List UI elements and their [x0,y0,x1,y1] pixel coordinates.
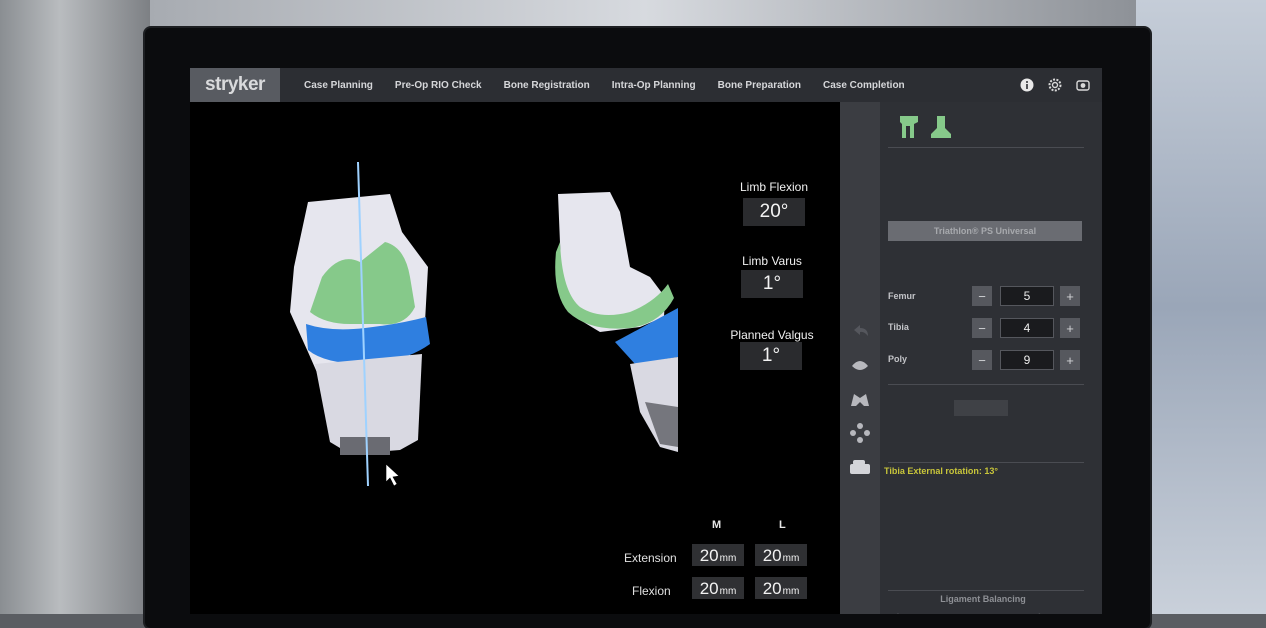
apply-button[interactable] [954,400,1008,416]
gear-icon[interactable] [1048,78,1062,92]
poly-size-field: 9 [1000,350,1054,370]
top-nav-bar: stryker Case Planning Pre-Op RIO Check B… [190,68,1102,102]
extension-lateral-gap: 20 mm [755,544,807,566]
flexion-label: Flexion [632,584,671,598]
stryker-logo: stryker [190,68,280,102]
tibia-rotation-note: Tibia External rotation: 13° [884,466,998,476]
femur-size-label: Femur [888,291,916,301]
tibia-decrease-button[interactable]: − [972,318,992,338]
tibia-implant-icon[interactable] [930,114,952,140]
sagittal-knee-model [555,192,678,452]
femur-implant-icon[interactable] [898,114,920,140]
implant-select-button[interactable]: Triathlon® PS Universal [888,221,1082,241]
femur-increase-button[interactable]: + [1060,286,1080,306]
view-tool-strip [840,102,880,614]
tab-case-planning[interactable]: Case Planning [304,80,373,91]
flexion-lateral-gap: 20 mm [755,577,807,599]
3d-viewport[interactable]: Limb Flexion 20° Limb Varus 1° Planned V… [190,102,840,614]
tab-bone-preparation[interactable]: Bone Preparation [718,80,801,91]
limb-flexion-value: 20° [743,198,805,226]
background-left [0,0,150,614]
panel-divider-bottom [888,590,1084,591]
top-icon-group [1020,78,1090,92]
femur-decrease-button[interactable]: − [972,286,992,306]
ligament-balancing-title: Ligament Balancing [940,594,1026,604]
medial-column-header: M [712,519,722,531]
tibia-increase-button[interactable]: + [1060,318,1080,338]
panel-divider-rotation [888,462,1084,463]
previous-arrow[interactable]: ‹ [894,608,899,614]
top-view-icon[interactable] [848,354,872,376]
implant-planning-panel: Triathlon® PS Universal Femur − 5 + Tibi… [880,102,1102,614]
camera-icon[interactable] [1076,78,1090,92]
poly-increase-button[interactable]: + [1060,350,1080,370]
coronal-knee-model [290,161,430,487]
extension-medial-gap: 20 mm [692,544,744,566]
tibia-size-field: 4 [1000,318,1054,338]
planned-valgus-label: Planned Valgus [730,328,814,342]
tibia-size-label: Tibia [888,322,909,332]
undo-icon[interactable] [848,322,872,344]
panel-divider-top [888,147,1084,148]
femur-view-icon[interactable] [848,388,872,410]
limb-varus-label: Limb Varus [742,254,802,268]
poly-size-label: Poly [888,354,908,364]
next-arrow[interactable]: › [1038,608,1043,614]
tab-intra-op-planning[interactable]: Intra-Op Planning [612,80,696,91]
background-right [1136,0,1266,614]
femur-size-field: 5 [1000,286,1054,306]
tab-bone-registration[interactable]: Bone Registration [504,80,590,91]
screen: stryker Case Planning Pre-Op RIO Check B… [190,68,1102,614]
background-top [150,0,1140,30]
lateral-column-header: L [779,519,786,531]
tab-pre-op-rio-check[interactable]: Pre-Op RIO Check [395,80,482,91]
tibia-view-icon[interactable] [848,456,872,478]
tab-case-completion[interactable]: Case Completion [823,80,905,91]
panel-divider-middle [888,384,1084,385]
limb-flexion-label: Limb Flexion [739,180,809,194]
info-icon[interactable] [1020,78,1034,92]
limb-varus-value: 1° [741,270,803,298]
extension-label: Extension [624,551,677,565]
rotate-view-icon[interactable] [848,422,872,444]
poly-decrease-button[interactable]: − [972,350,992,370]
flexion-medial-gap: 20 mm [692,577,744,599]
planned-valgus-value: 1° [740,342,802,370]
